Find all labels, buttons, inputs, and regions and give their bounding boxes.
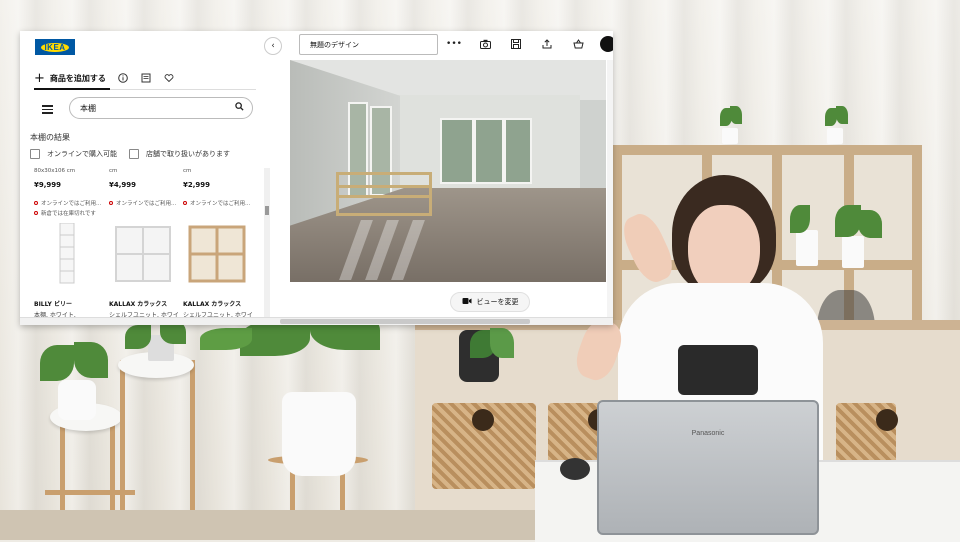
bed-model[interactable]	[336, 172, 432, 216]
filter-online-label: オンラインで購入可能	[47, 150, 117, 158]
plus-icon: +	[34, 70, 45, 86]
chevron-left-icon: ‹	[271, 41, 275, 51]
availability-online-text: オンラインではご利用...	[41, 201, 102, 207]
product-dimensions: cm	[109, 168, 118, 174]
menu-icon[interactable]	[42, 103, 53, 116]
filter-online-checkbox[interactable]	[30, 149, 40, 159]
availability-online-text: オンラインではご利用...	[190, 201, 251, 207]
vertical-scrollbar[interactable]	[607, 60, 613, 317]
filter-in-store-checkbox[interactable]	[129, 149, 139, 159]
camera-icon[interactable]	[479, 36, 491, 52]
plant-pot	[827, 128, 843, 144]
heart-icon[interactable]	[164, 73, 175, 84]
filter-in-store[interactable]: 店舗で取り扱いがあります	[129, 149, 230, 159]
account-avatar[interactable]	[600, 36, 613, 52]
plant-pot	[842, 236, 864, 268]
room-3d-viewport[interactable]	[290, 60, 606, 282]
ikea-logo[interactable]: IKEA	[35, 39, 75, 55]
product-dimensions: 80x30x106 cm	[34, 168, 76, 174]
availability-online: オンラインではご利用...	[183, 199, 250, 207]
product-list-scrollbar[interactable]	[264, 168, 270, 322]
product-dimensions: cm	[183, 168, 192, 174]
search-box[interactable]	[69, 97, 253, 119]
availability-store-text: 新倉では在庫切れです	[41, 211, 96, 217]
ikea-logo-text: IKEA	[41, 42, 69, 52]
change-view-button[interactable]: ビューを変更	[450, 292, 530, 312]
search-input[interactable]	[78, 102, 232, 114]
kallax-white-image[interactable]	[112, 223, 174, 285]
room-window	[440, 118, 474, 184]
billy-bookcase-image[interactable]	[34, 222, 96, 285]
video-camera-icon	[462, 297, 472, 307]
computer-mouse	[560, 458, 590, 480]
plant-pot	[722, 128, 738, 144]
filter-row: オンラインで購入可能 店舗で取り扱いがあります	[30, 149, 236, 159]
search-icon[interactable]	[235, 102, 244, 114]
unavailable-dot-icon	[34, 201, 38, 205]
wicker-basket	[432, 403, 536, 489]
availability-online: オンラインではご利用...	[109, 199, 176, 207]
filter-online[interactable]: オンラインで購入可能	[30, 149, 117, 159]
plant-stand	[120, 360, 125, 535]
filter-in-store-label: 店舗で取り扱いがあります	[146, 150, 230, 158]
availability-online-text: オンラインではご利用...	[116, 201, 177, 207]
list-icon[interactable]	[141, 73, 152, 84]
design-name-field[interactable]: 無題のデザイン	[299, 34, 438, 55]
availability-store: 新倉では在庫切れです	[34, 209, 96, 217]
info-icon[interactable]	[118, 73, 129, 84]
unavailable-dot-icon	[109, 201, 113, 205]
tab-add-products-label: 商品を追加する	[49, 73, 106, 83]
horizontal-scrollbar[interactable]	[20, 317, 613, 325]
product-price: ¥2,999	[183, 181, 211, 189]
save-icon[interactable]	[510, 36, 522, 52]
tab-add-products[interactable]: + 商品を追加する	[34, 72, 106, 85]
more-options-icon[interactable]: •••	[446, 36, 462, 52]
product-grid: 80x30x106 cm ¥9,999 オンラインではご利用... 新倉では在庫…	[34, 168, 262, 325]
active-tab-indicator	[34, 88, 110, 90]
laptop-brand: Panasonic	[691, 430, 725, 437]
product-name: KALLAX カラックス	[109, 301, 168, 308]
kallax-oak-image[interactable]	[186, 223, 248, 285]
ikea-planner-window: IKEA + 商品を追加する 本棚の結果	[20, 31, 613, 325]
share-icon[interactable]	[541, 36, 553, 52]
unavailable-dot-icon	[34, 211, 38, 215]
top-toolbar: •••	[446, 36, 584, 52]
basket-icon[interactable]	[572, 36, 584, 52]
panel-tabs: + 商品を追加する	[34, 67, 175, 89]
collapse-panel-button[interactable]: ‹	[264, 37, 282, 55]
plant-pot	[282, 392, 356, 476]
product-panel: IKEA + 商品を追加する 本棚の結果	[20, 31, 272, 325]
room-window	[504, 118, 532, 184]
laptop: Panasonic	[597, 400, 819, 535]
product-price: ¥9,999	[34, 181, 62, 189]
results-title: 本棚の結果	[30, 133, 70, 142]
room-window	[474, 118, 504, 184]
product-name: BILLY ビリー	[34, 301, 72, 308]
unavailable-dot-icon	[183, 201, 187, 205]
change-view-label: ビューを変更	[476, 298, 519, 306]
availability-online: オンラインではご利用...	[34, 199, 101, 207]
product-name: KALLAX カラックス	[183, 301, 242, 308]
product-price: ¥4,999	[109, 181, 137, 189]
